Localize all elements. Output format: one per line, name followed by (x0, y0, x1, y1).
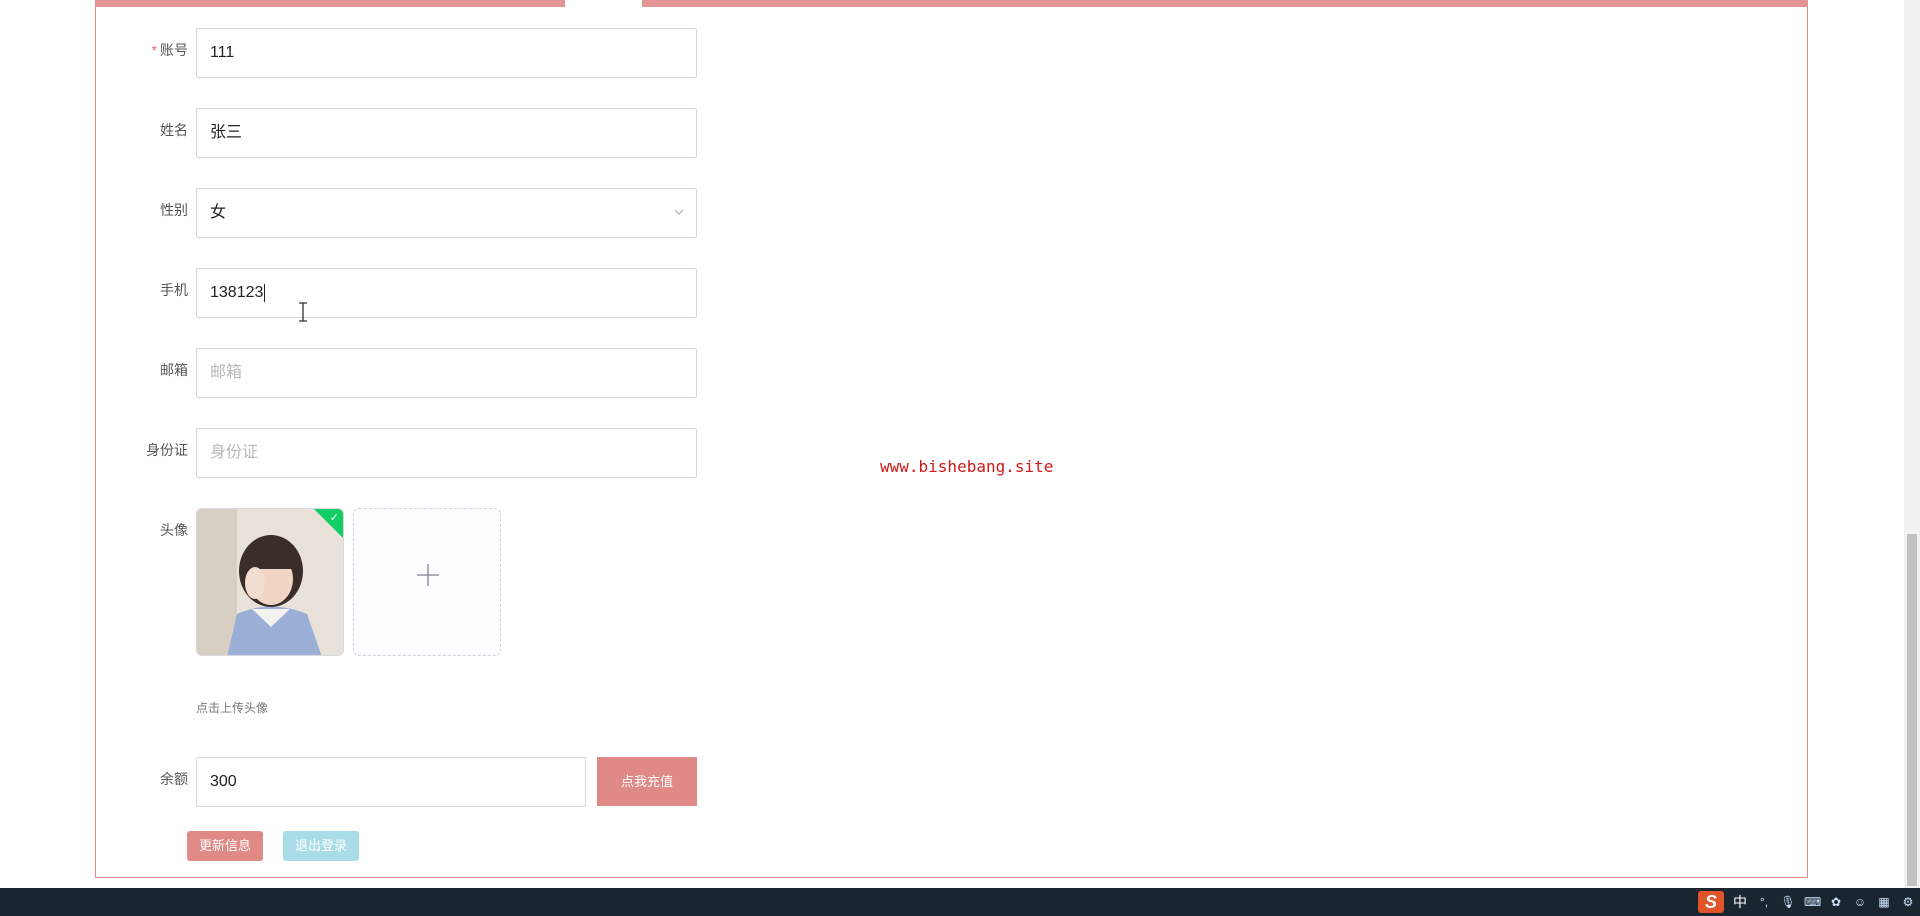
top-tab-bar (95, 0, 1808, 7)
emoji-icon[interactable]: ☺ (1852, 894, 1868, 910)
text-cursor-icon (299, 302, 307, 322)
id-card-label: 身份证 (146, 442, 188, 458)
required-mark: * (151, 42, 157, 58)
skin-icon[interactable]: ✿ (1828, 894, 1844, 910)
toolbox-icon[interactable]: ▦ (1876, 894, 1892, 910)
email-input[interactable]: 邮箱 (196, 348, 697, 398)
page: * 账号 111 姓名 张三 性别 女 手机 138123 邮箱 邮箱 身份证 身… (0, 0, 1920, 916)
balance-input[interactable]: 300 (196, 757, 586, 807)
scrollbar-thumb[interactable] (1907, 534, 1917, 886)
plus-icon (417, 564, 439, 586)
taskbar: S 中 °, 🎙 ⌨ ✿ ☺ ▦ ⚙ (0, 888, 1920, 916)
phone-input[interactable]: 138123 (196, 268, 697, 318)
name-input[interactable]: 张三 (196, 108, 697, 158)
logout-button[interactable]: 退出登录 (283, 831, 359, 861)
avatar-image[interactable]: ✓ (196, 508, 344, 656)
gender-label: 性别 (160, 202, 188, 218)
email-label: 邮箱 (160, 362, 188, 378)
recharge-button[interactable]: 点我充值 (597, 757, 697, 806)
avatar-label: 头像 (160, 522, 188, 538)
ime-chinese-mode[interactable]: 中 (1732, 894, 1748, 910)
sogou-ime-icon[interactable]: S (1698, 891, 1724, 913)
name-label: 姓名 (160, 122, 188, 138)
microphone-icon[interactable]: 🎙 (1780, 894, 1796, 910)
id-card-input[interactable]: 身份证 (196, 428, 697, 478)
phone-value: 138123 (210, 284, 264, 301)
watermark-text: www.bishebang.site (880, 457, 1054, 476)
account-label: * 账号 (98, 40, 188, 60)
check-icon: ✓ (329, 512, 339, 524)
avatar-photo (197, 509, 343, 655)
avatar-uploader[interactable] (353, 508, 501, 656)
chevron-down-icon (674, 209, 684, 215)
tab-bar-left[interactable] (95, 0, 565, 7)
gender-select[interactable]: 女 (196, 188, 697, 238)
update-info-button[interactable]: 更新信息 (187, 831, 263, 861)
text-caret (264, 283, 266, 302)
gender-selected-value: 女 (210, 204, 227, 221)
system-tray: S 中 °, 🎙 ⌨ ✿ ☺ ▦ ⚙ (1698, 891, 1916, 913)
phone-label: 手机 (160, 282, 188, 298)
punctuation-icon[interactable]: °, (1756, 894, 1772, 910)
balance-label: 余额 (160, 771, 188, 787)
settings-icon[interactable]: ⚙ (1900, 894, 1916, 910)
avatar-hint: 点击上传头像 (196, 701, 269, 715)
keyboard-icon[interactable]: ⌨ (1804, 894, 1821, 910)
account-label-text: 账号 (160, 42, 188, 58)
tab-bar-right[interactable] (642, 0, 1808, 7)
account-input[interactable]: 111 (196, 28, 697, 78)
